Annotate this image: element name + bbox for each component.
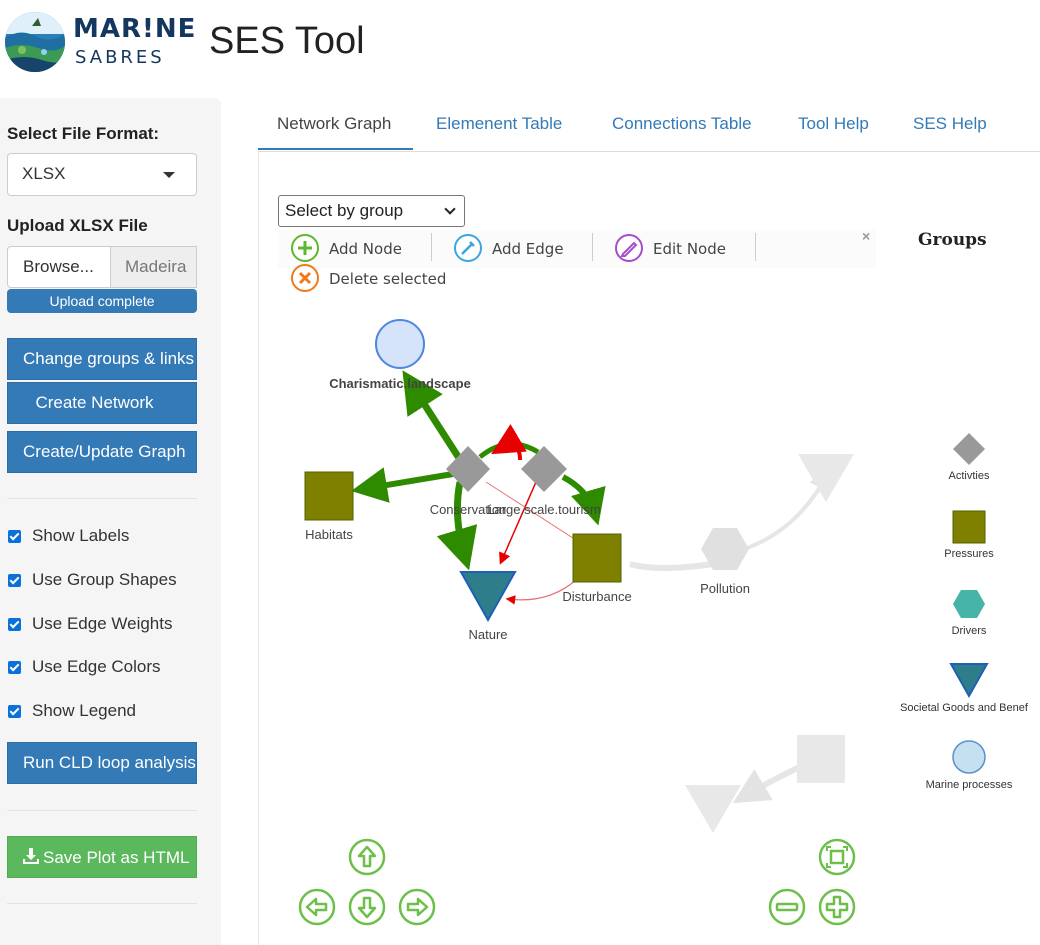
pan-down-icon[interactable] — [348, 888, 386, 926]
tab-bar: Network Graph Elemenent Table Connection… — [258, 100, 1040, 152]
legend-square — [952, 510, 986, 544]
node-label: Habitats — [305, 527, 353, 542]
upload-label: Upload XLSX File — [7, 216, 148, 235]
app-title: SES Tool — [209, 20, 365, 62]
zoom-extends-icon[interactable] — [818, 838, 856, 876]
legend-title: Groups — [918, 230, 987, 250]
file-format-label: Select File Format: — [7, 124, 160, 143]
brand-subname: SABRES — [75, 47, 165, 68]
app-header: MAR!NE SABRES SES Tool — [0, 0, 1040, 90]
group-select[interactable]: Select by group — [278, 195, 465, 227]
ghost-triangle-node — [685, 785, 741, 833]
active-tab-indicator — [258, 148, 413, 150]
zoom-in-icon[interactable] — [818, 888, 856, 926]
edit-node-button[interactable]: Edit Node — [653, 240, 726, 258]
use-group-shapes-checkbox[interactable] — [8, 574, 21, 587]
node-large-scale-tourism[interactable] — [521, 446, 567, 492]
tab-network-graph[interactable]: Network Graph — [277, 114, 391, 134]
tab-ses-help[interactable]: SES Help — [913, 114, 987, 134]
download-icon — [23, 848, 39, 864]
ghost-square-node — [797, 735, 845, 783]
browse-button[interactable]: Browse... — [7, 246, 111, 288]
file-name-field: Madeira — [111, 246, 197, 288]
add-node-button[interactable]: Add Node — [329, 240, 402, 258]
legend-circle — [952, 740, 986, 774]
upload-progress-bar: Upload complete — [7, 289, 197, 313]
tab-element-table[interactable]: Elemenent Table — [436, 114, 562, 134]
close-icon[interactable]: × — [862, 228, 870, 244]
delete-selected-button[interactable]: Delete selected — [329, 270, 446, 288]
brand-name: MAR!NE — [73, 14, 197, 44]
create-network-button[interactable]: Create Network — [7, 382, 197, 424]
chevron-down-icon — [163, 172, 175, 178]
ghost-triangle-node — [798, 454, 854, 502]
divider — [755, 233, 756, 261]
zoom-out-icon[interactable] — [768, 888, 806, 926]
use-edge-colors-label: Use Edge Colors — [32, 657, 161, 676]
legend-label: Activties — [948, 470, 990, 482]
legend-label: Societal Goods and Benef — [900, 702, 1028, 714]
node-label: Pollution — [700, 581, 750, 596]
use-group-shapes-label: Use Group Shapes — [32, 570, 177, 589]
pan-up-icon[interactable] — [348, 838, 386, 876]
node-label: Charismatic.landscape — [329, 376, 471, 391]
legend-hexagon — [953, 590, 985, 618]
delete-icon[interactable] — [290, 263, 320, 293]
marine-sabres-logo — [5, 12, 65, 72]
save-plot-label: Save Plot as HTML — [43, 848, 190, 867]
add-edge-button[interactable]: Add Edge — [492, 240, 564, 258]
edit-node-icon[interactable] — [614, 233, 644, 263]
node-label: Disturbance — [562, 589, 631, 604]
divider — [7, 498, 197, 499]
legend-label: Drivers — [951, 625, 987, 637]
use-edge-weights-label: Use Edge Weights — [32, 614, 173, 633]
divider — [592, 233, 593, 261]
divider — [431, 233, 432, 261]
show-labels-label: Show Labels — [32, 526, 130, 545]
use-edge-colors-checkbox[interactable] — [8, 661, 21, 674]
legend-label: Pressures — [944, 548, 994, 560]
node-charismatic-landscape[interactable] — [375, 319, 425, 369]
legend-label: Marine processes — [925, 779, 1013, 791]
legend-diamond — [953, 433, 985, 465]
use-edge-weights-checkbox[interactable] — [8, 618, 21, 631]
pan-left-icon[interactable] — [298, 888, 336, 926]
node-label: Large.scale.tourism — [487, 502, 600, 517]
node-disturbance[interactable] — [572, 533, 622, 583]
divider — [7, 810, 197, 811]
node-nature[interactable] — [459, 571, 517, 623]
add-edge-icon[interactable] — [453, 233, 483, 263]
show-labels-checkbox[interactable] — [8, 530, 21, 543]
create-update-graph-button[interactable]: Create/Update Graph — [7, 431, 197, 473]
tab-tool-help[interactable]: Tool Help — [798, 114, 869, 134]
show-legend-checkbox[interactable] — [8, 705, 21, 718]
legend-triangle — [949, 663, 989, 699]
run-cld-loop-analysis-button[interactable]: Run CLD loop analysis — [7, 742, 197, 784]
pan-right-icon[interactable] — [398, 888, 436, 926]
tab-connections-table[interactable]: Connections Table — [612, 114, 752, 134]
node-habitats[interactable] — [304, 471, 354, 521]
divider — [7, 903, 197, 904]
node-label: Nature — [468, 627, 507, 642]
save-plot-button[interactable]: Save Plot as HTML — [7, 836, 197, 878]
show-legend-label: Show Legend — [32, 701, 136, 720]
change-groups-button[interactable]: Change groups & links — [7, 338, 197, 380]
add-node-icon[interactable] — [290, 233, 320, 263]
